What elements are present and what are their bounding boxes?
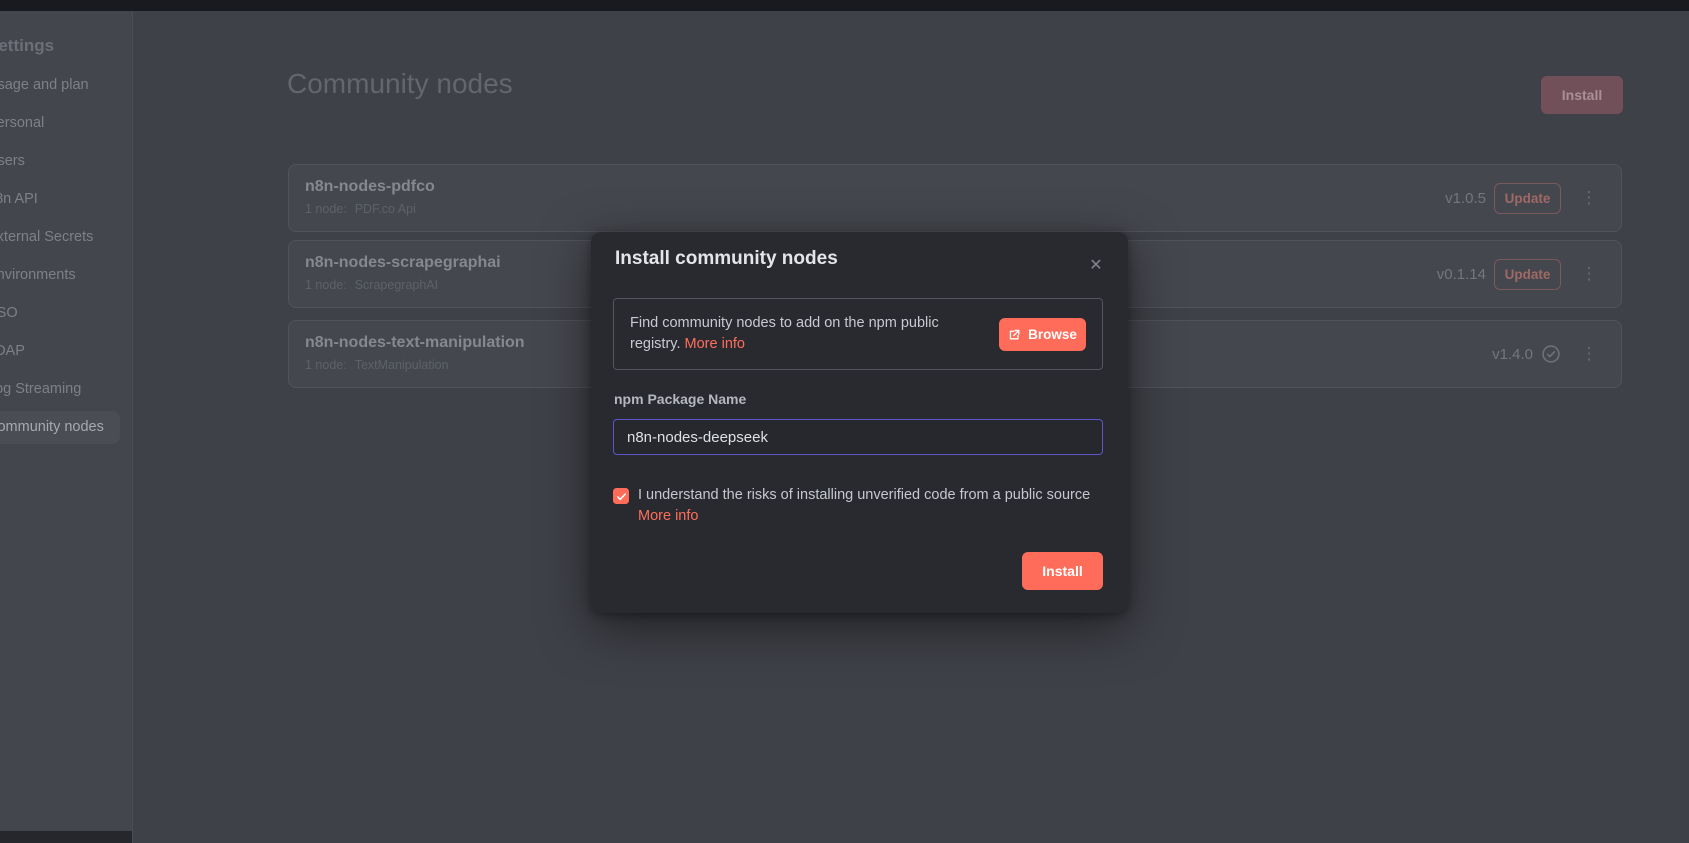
package-actions: v0.1.14 Update ⋮ [1437, 241, 1601, 307]
settings-sidebar: Settings Usage and plan Personal Users n… [0, 11, 133, 843]
sidebar-item-log-streaming[interactable]: Log Streaming [0, 373, 120, 406]
sidebar-bottom-strip [0, 831, 133, 843]
kebab-menu-icon[interactable]: ⋮ [1577, 344, 1601, 364]
package-version: v0.1.14 [1437, 266, 1486, 283]
top-chrome-strip [0, 0, 1689, 11]
sidebar-item-personal[interactable]: Personal [0, 107, 120, 140]
update-package-button[interactable]: Update [1494, 183, 1561, 214]
package-actions: v1.0.5 Update ⋮ [1445, 165, 1601, 231]
sidebar-menu: Usage and plan Personal Users n8n API Ex… [0, 69, 132, 444]
package-version: v1.0.5 [1445, 190, 1486, 207]
sidebar-item-usage-and-plan[interactable]: Usage and plan [0, 69, 120, 102]
close-icon[interactable]: ✕ [1084, 254, 1108, 278]
npm-package-name-input[interactable] [613, 419, 1103, 455]
external-link-icon [1008, 328, 1021, 341]
risk-statement: I understand the risks of installing unv… [638, 485, 1090, 506]
package-version: v1.4.0 [1492, 346, 1533, 363]
package-node-count: 1 node: [305, 278, 347, 292]
install-community-node-button[interactable]: Install [1541, 76, 1623, 114]
up-to-date-check-icon [1541, 344, 1561, 364]
sidebar-title: Settings [0, 36, 132, 56]
sidebar-item-environments[interactable]: Environments [0, 259, 120, 292]
risk-acknowledgement-row: I understand the risks of installing unv… [613, 485, 1128, 527]
browse-button-label: Browse [1028, 327, 1077, 342]
npm-package-name-label: npm Package Name [614, 391, 746, 407]
package-nodes: 1 node: PDF.co Api [305, 202, 416, 216]
browse-button[interactable]: Browse [999, 318, 1086, 351]
sidebar-item-users[interactable]: Users [0, 145, 120, 178]
page-title: Community nodes [287, 68, 513, 100]
package-card-pdfco: n8n-nodes-pdfco 1 node: PDF.co Api v1.0.5… [288, 164, 1622, 232]
package-node-count: 1 node: [305, 358, 347, 372]
modal-install-button[interactable]: Install [1022, 552, 1103, 590]
package-node-count: 1 node: [305, 202, 347, 216]
sidebar-item-ldap[interactable]: LDAP [0, 335, 120, 368]
package-node-names: ScrapegraphAI [355, 278, 438, 292]
risk-text: I understand the risks of installing unv… [638, 485, 1090, 527]
package-nodes: 1 node: ScrapegraphAI [305, 278, 438, 292]
package-node-names: TextManipulation [355, 358, 449, 372]
npm-registry-info-text: Find community nodes to add on the npm p… [630, 313, 986, 355]
info-text: Find community nodes to add on the npm p… [630, 315, 939, 352]
package-actions: v1.4.0 ⋮ [1492, 321, 1601, 387]
package-name: n8n-nodes-scrapegraphai [305, 254, 501, 272]
install-community-nodes-modal: Install community nodes ✕ Find community… [591, 232, 1128, 613]
package-name: n8n-nodes-text-manipulation [305, 334, 525, 352]
npm-registry-info-box: Find community nodes to add on the npm p… [613, 298, 1103, 370]
risk-checkbox[interactable] [613, 488, 629, 504]
app-window: Settings Usage and plan Personal Users n… [0, 0, 1689, 843]
package-nodes: 1 node: TextManipulation [305, 358, 449, 372]
package-node-names: PDF.co Api [355, 202, 416, 216]
more-info-link[interactable]: More info [685, 336, 745, 352]
sidebar-item-external-secrets[interactable]: External Secrets [0, 221, 120, 254]
update-package-button[interactable]: Update [1494, 259, 1561, 290]
sidebar-item-n8n-api[interactable]: n8n API [0, 183, 120, 216]
risk-more-info-link[interactable]: More info [638, 508, 698, 524]
kebab-menu-icon[interactable]: ⋮ [1577, 264, 1601, 284]
sidebar-item-community-nodes[interactable]: Community nodes [0, 411, 120, 444]
modal-title: Install community nodes [615, 248, 838, 270]
kebab-menu-icon[interactable]: ⋮ [1577, 188, 1601, 208]
sidebar-item-sso[interactable]: SSO [0, 297, 120, 330]
package-name: n8n-nodes-pdfco [305, 178, 435, 196]
